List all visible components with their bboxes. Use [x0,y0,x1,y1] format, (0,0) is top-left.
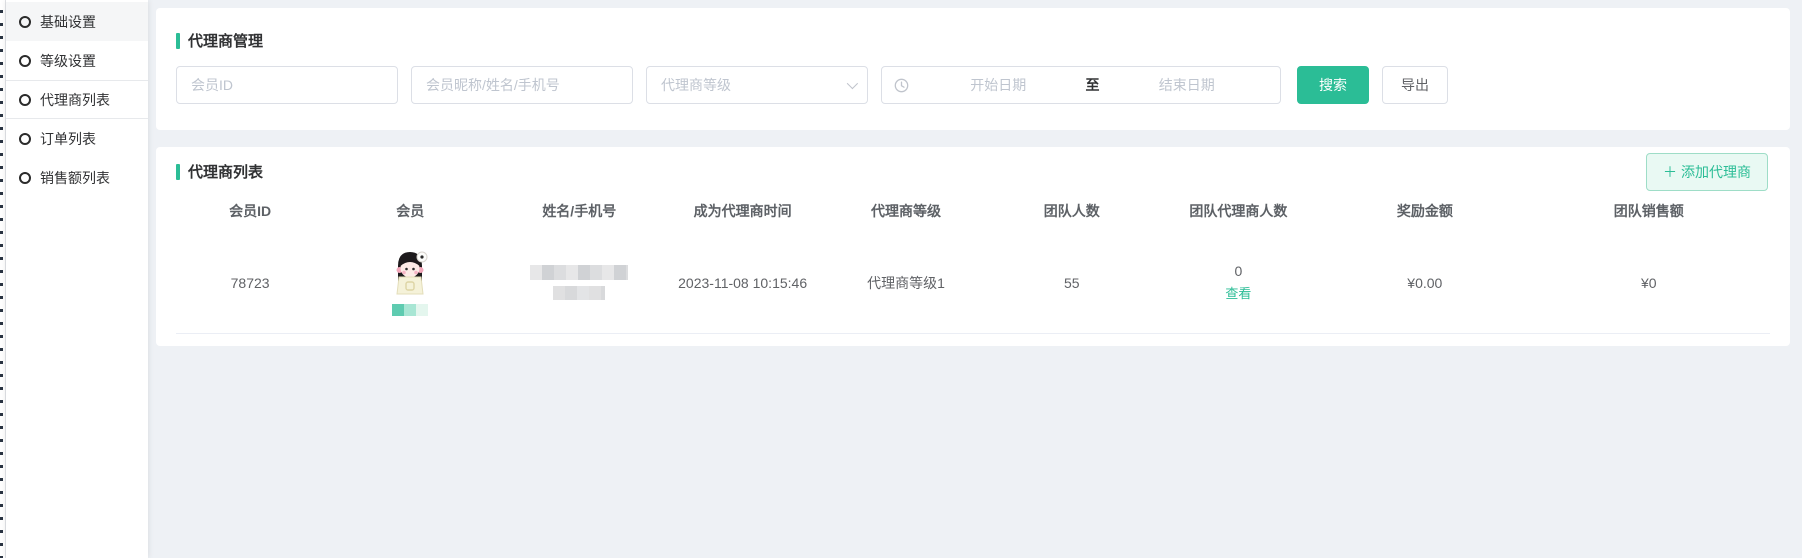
sidebar-item-label: 代理商列表 [40,90,110,110]
member-cell [324,250,496,316]
table-header-row: 会员ID 会员 姓名/手机号 成为代理商时间 代理商等级 团队人数 团队代理商人… [176,190,1770,232]
column-header: 会员 [324,201,496,221]
sidebar-item-label: 订单列表 [40,129,96,149]
circle-icon [19,16,31,28]
member-id-cell: 78723 [176,275,324,291]
name-phone-cell [496,265,662,300]
search-button[interactable]: 搜索 [1297,66,1369,104]
title-accent-bar [176,164,180,180]
main-content: 代理商管理 代理商等级 开始日期 至 结束日期 搜索 导出 [148,0,1802,558]
agent-table: 会员ID 会员 姓名/手机号 成为代理商时间 代理商等级 团队人数 团队代理商人… [176,190,1770,334]
agent-level-select[interactable]: 代理商等级 [646,66,868,104]
date-separator: 至 [1080,75,1106,95]
sidebar-item-agent-list[interactable]: 代理商列表 [6,80,148,119]
sidebar-item-sales-list[interactable]: 销售额列表 [6,158,148,197]
circle-icon [19,94,31,106]
table-title: 代理商列表 [188,161,263,182]
end-date-placeholder[interactable]: 结束日期 [1106,75,1269,95]
sidebar-item-label: 基础设置 [40,12,96,32]
add-agent-button[interactable]: ＋ 添加代理商 [1646,153,1768,191]
column-header: 会员ID [176,201,324,221]
agent-list-card: 代理商列表 ＋ 添加代理商 会员ID 会员 姓名/手机号 成为代理商时间 代理商… [156,147,1790,346]
sidebar-item-label: 销售额列表 [40,168,110,188]
sidebar-item-order-list[interactable]: 订单列表 [6,119,148,158]
select-placeholder: 代理商等级 [661,75,731,95]
circle-icon [19,55,31,67]
clock-icon [894,78,909,93]
team-count-cell: 55 [989,275,1155,291]
column-header: 团队销售额 [1528,201,1770,221]
view-link[interactable]: 查看 [1225,283,1251,302]
column-header: 成为代理商时间 [662,201,823,221]
team-agent-count: 0 [1234,263,1242,279]
circle-icon [19,172,31,184]
card-title: 代理商列表 [176,161,1770,182]
member-level-tag [392,304,428,316]
blurred-name [530,265,628,280]
column-header: 团队人数 [989,201,1155,221]
page-title: 代理商管理 [188,30,263,51]
blurred-phone [553,286,605,300]
avatar [390,250,430,299]
reward-amount-cell: ¥0.00 [1322,275,1528,291]
sidebar: 基础设置 等级设置 代理商列表 订单列表 销售额列表 [6,0,148,558]
table-row: 78723 [176,232,1770,334]
date-range-picker[interactable]: 开始日期 至 结束日期 [881,66,1281,104]
agent-level-cell: 代理商等级1 [823,273,989,293]
team-agent-count-cell: 0 查看 [1155,263,1322,302]
redacted-name-phone [500,265,658,300]
column-header: 代理商等级 [823,201,989,221]
title-accent-bar [176,33,180,49]
circle-icon [19,133,31,145]
keyword-input[interactable] [411,66,633,104]
agent-management-card: 代理商管理 代理商等级 开始日期 至 结束日期 搜索 导出 [156,8,1790,130]
column-header: 奖励金额 [1322,201,1528,221]
add-agent-label: 添加代理商 [1681,162,1751,182]
became-agent-time-cell: 2023-11-08 10:15:46 [662,275,823,291]
member-id-input[interactable] [176,66,398,104]
column-header: 姓名/手机号 [496,201,662,221]
column-header: 团队代理商人数 [1155,201,1322,221]
plus-icon: ＋ [1663,162,1677,182]
sidebar-item-level-settings[interactable]: 等级设置 [6,41,148,80]
sidebar-item-label: 等级设置 [40,51,96,71]
chevron-down-icon [847,78,858,89]
card-title: 代理商管理 [176,30,1770,51]
team-sales-cell: ¥0 [1528,275,1770,291]
start-date-placeholder[interactable]: 开始日期 [917,75,1080,95]
export-button[interactable]: 导出 [1382,66,1448,104]
filter-row: 代理商等级 开始日期 至 结束日期 搜索 导出 [176,66,1770,104]
sidebar-item-basic-settings[interactable]: 基础设置 [6,2,148,41]
